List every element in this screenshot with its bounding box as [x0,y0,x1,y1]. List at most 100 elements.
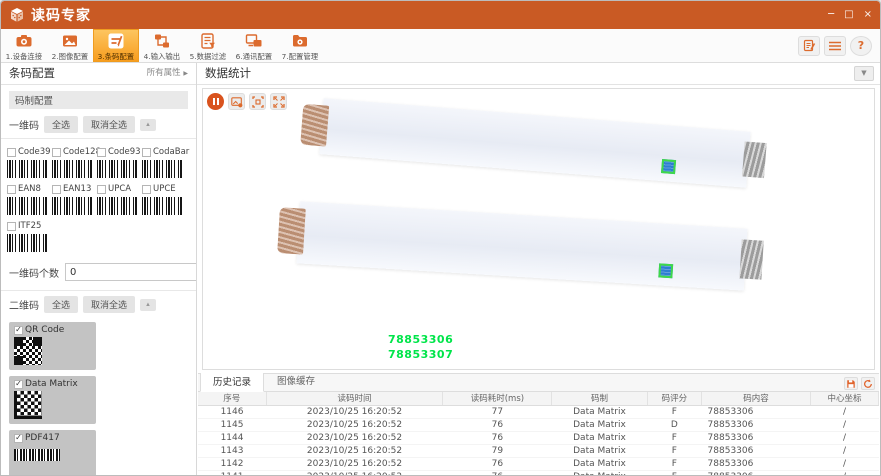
tab-label: 7.配置管理 [282,51,318,61]
code39-checkbox[interactable] [7,148,16,157]
one-d-deselect-all-button[interactable]: 取消全选 [83,116,135,133]
pause-button[interactable] [207,93,224,110]
app-logo-icon [9,7,25,23]
image-viewer: 78853306 78853307 [202,88,875,370]
content-area: 条码配置 所有属性 ▶ 码制配置 一维码 全选 取消全选 ▲ Code39 [1,63,880,475]
barcode-thumbnail [52,197,92,215]
one-d-count-input[interactable] [66,267,197,278]
one-d-count-spinner: ▲ ▼ [65,263,197,281]
maximize-button[interactable]: □ [844,10,853,20]
fit-region-button[interactable] [249,93,266,110]
left-panel-title: 条码配置 [9,66,55,80]
battery-cell-image-2 [297,201,748,290]
report-button[interactable] [798,36,820,56]
tile-pdf417: PDF417 [9,430,96,475]
pause-icon [213,98,215,105]
code-item-ean13: EAN13 [52,184,97,215]
tab-image-config[interactable]: 2.图像配置 [47,29,93,62]
battery-cell-image-1 [319,98,750,187]
tab-comm-config[interactable]: 6.通讯配置 [231,29,277,62]
code93-checkbox[interactable] [97,148,106,157]
right-panel-header: 数据统计 ▼ [197,63,880,85]
save-button[interactable] [844,377,858,390]
history-header-row: 序号 读码时间 读码耗时(ms) 码制 码评分 码内容 中心坐标 [198,392,879,405]
data-matrix-checkbox[interactable] [14,380,23,389]
pdf417-checkbox[interactable] [14,434,23,443]
code-system-section-title: 码制配置 [9,91,188,109]
one-d-count-label: 一维码个数 [9,265,59,280]
history-panel: 历史记录 图像缓存 [198,373,879,475]
codabar-checkbox[interactable] [142,148,151,157]
chevron-up-icon: ▲ [145,302,151,308]
panel-collapse-button[interactable]: ▼ [854,66,874,81]
copper-foil-tab [277,208,306,255]
tab-device-connect[interactable]: 1.设备连接 [1,29,47,62]
code-item-itf25: ITF25 [7,221,52,252]
ean8-checkbox[interactable] [7,185,16,194]
refresh-button[interactable] [861,377,875,390]
report-icon [803,39,816,52]
silver-foil-tab [742,142,767,178]
upce-checkbox[interactable] [142,185,151,194]
itf25-checkbox[interactable] [7,222,16,231]
tab-input-output[interactable]: 4.输入输出 [139,29,185,62]
tab-label: 5.数据过滤 [190,51,226,61]
tab-image-cache[interactable]: 图像缓存 [264,373,328,391]
code-item-code128: Code128 [52,147,97,178]
barcode-thumbnail [97,197,137,215]
one-d-count-row: 一维码个数 ▲ ▼ [1,258,196,288]
tab-history-record[interactable]: 历史记录 [200,373,264,392]
tab-barcode-config[interactable]: 3.条码配置 [93,29,139,62]
one-d-collapse-button[interactable]: ▲ [140,119,156,131]
two-d-tiles: QR Code Data Matrix PDF417 [1,320,196,475]
col-grade: 码评分 [647,392,701,405]
code-item-code39: Code39 [7,147,52,178]
two-d-group-row: 二维码 全选 取消全选 ▲ [1,290,196,318]
image-settings-icon [231,96,243,108]
col-seq: 序号 [198,392,266,405]
detected-code-highlight [658,263,673,278]
code128-checkbox[interactable] [52,148,61,157]
data-filter-icon [199,32,217,50]
code-item-upce: UPCE [142,184,187,215]
fullscreen-button[interactable] [270,93,287,110]
code-item-code93: Code93 [97,147,142,178]
tab-data-filter[interactable]: 5.数据过滤 [185,29,231,62]
table-row: 11432023/10/25 16:20:5279Data MatrixF788… [198,444,879,457]
tab-config-manage[interactable]: 7.配置管理 [277,29,323,62]
one-d-select-all-button[interactable]: 全选 [44,116,78,133]
minimize-button[interactable]: ─ [828,10,834,20]
code-item-upca: UPCA [97,184,142,215]
decode-result-text: 78853307 [388,347,453,362]
close-button[interactable]: × [864,10,872,20]
tile-qr-code: QR Code [9,322,96,370]
two-d-deselect-all-button[interactable]: 取消全选 [83,296,135,313]
one-d-group-row: 一维码 全选 取消全选 ▲ [1,113,196,139]
list-button[interactable] [824,36,846,56]
table-row: 11452023/10/25 16:20:5276Data MatrixD788… [198,418,879,431]
two-d-label: 二维码 [9,297,39,312]
one-d-label: 一维码 [9,117,39,132]
ean13-checkbox[interactable] [52,185,61,194]
right-panel-title: 数据统计 [205,66,251,80]
decode-results: 78853306 78853307 [388,332,453,362]
two-d-collapse-button[interactable]: ▲ [140,299,156,311]
help-button[interactable]: ? [850,36,872,56]
image-settings-button[interactable] [228,93,245,110]
barcode-thumbnail [52,160,92,178]
all-properties-link[interactable]: 所有属性 ▶ [147,63,188,84]
table-row: 11462023/10/25 16:20:5277Data MatrixF788… [198,405,879,418]
chevron-right-icon: ▶ [183,70,188,77]
tile-data-matrix: Data Matrix [9,376,96,424]
barcode-thumbnail [7,160,47,178]
code-item-ean8: EAN8 [7,184,52,215]
window-controls: ─ □ × [828,10,872,20]
history-table: 序号 读码时间 读码耗时(ms) 码制 码评分 码内容 中心坐标 1146202… [198,392,879,475]
copper-foil-tab [300,103,329,146]
upca-checkbox[interactable] [97,185,106,194]
qr-code-thumbnail [14,337,42,365]
two-d-select-all-button[interactable]: 全选 [44,296,78,313]
toolbar-tabs: 1.设备连接 2.图像配置 3.条码配置 4.输入输出 [1,29,323,62]
qr-code-checkbox[interactable] [14,326,23,335]
table-row: 11442023/10/25 16:20:5276Data MatrixF788… [198,431,879,444]
